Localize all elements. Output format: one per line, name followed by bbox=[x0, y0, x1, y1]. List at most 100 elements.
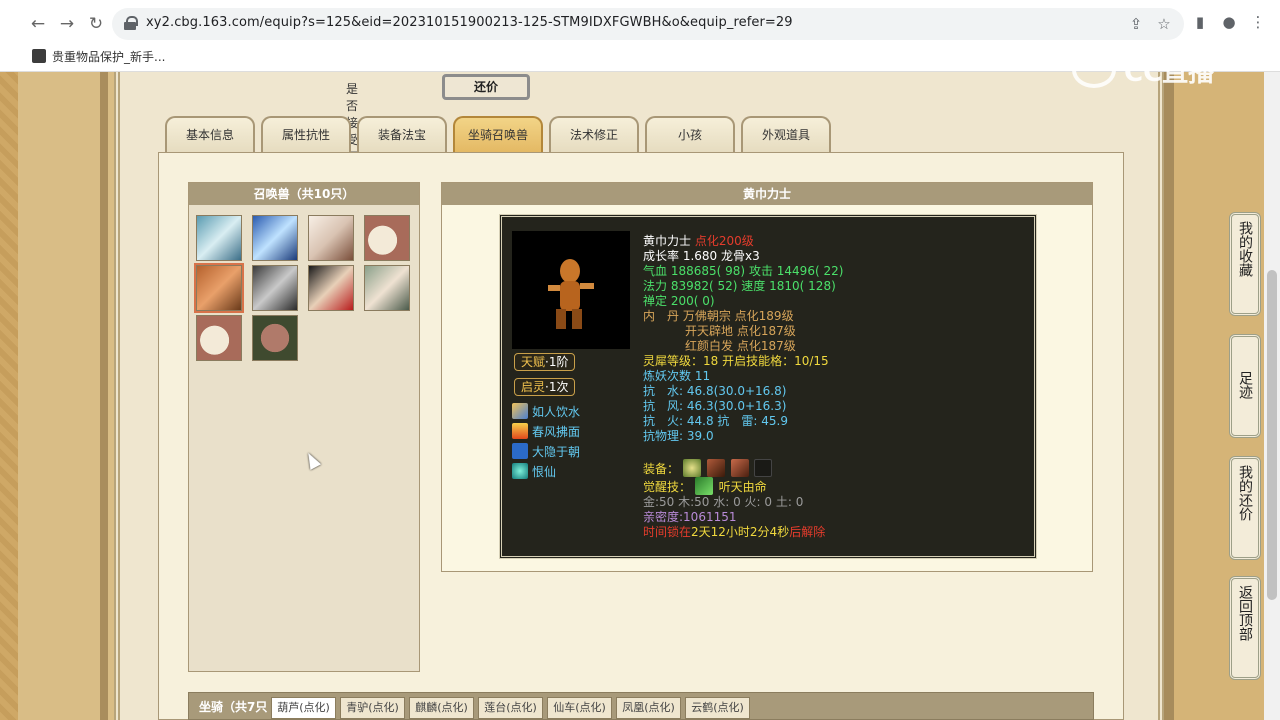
tab-basic-info[interactable]: 基本信息 bbox=[165, 116, 255, 152]
mount-panel-header: 坐骑（共7只 葫芦(点化) 青驴(点化) 麒麟(点化) 莲台(点化) 仙车(点化… bbox=[188, 692, 1094, 720]
summon-stats-card: 天赋·1阶 启灵·1次 如人饮水 春风拂面 大隐于朝 恨仙 黄巾力士 点化200… bbox=[499, 214, 1037, 559]
tab-child[interactable]: 小孩 bbox=[645, 116, 735, 152]
neidan-item: 万佛朝宗 点化189级 bbox=[682, 309, 794, 323]
star-icon[interactable]: ☆ bbox=[1154, 14, 1174, 34]
mount-tab[interactable]: 麒麟(点化) bbox=[409, 697, 474, 719]
intimacy: 亲密度:1061151 bbox=[643, 510, 737, 524]
tab-mounts-summons[interactable]: 坐骑召唤兽 bbox=[453, 116, 543, 152]
mount-tab[interactable]: 仙车(点化) bbox=[547, 697, 612, 719]
spirit-label: 启灵 bbox=[521, 380, 546, 394]
back-icon[interactable]: ← bbox=[26, 12, 50, 36]
menu-icon[interactable]: ⋮ bbox=[1248, 12, 1268, 32]
refine-count: 炼妖次数 11 bbox=[643, 369, 711, 383]
time-lock-suffix: 后解除 bbox=[789, 525, 826, 539]
watermark-text: CC直播 bbox=[1124, 58, 1215, 88]
side-button-label: 我的收藏 bbox=[1237, 221, 1253, 277]
resist-wind: 抗 风: 46.3(30.0+16.3) bbox=[643, 399, 787, 413]
side-button-label: 我的还价 bbox=[1237, 465, 1253, 521]
talent-label: 天赋 bbox=[521, 355, 546, 369]
summon-avatar[interactable] bbox=[308, 265, 354, 311]
counter-offer-button[interactable]: 还价 bbox=[442, 74, 530, 100]
skill-item[interactable]: 大隐于朝 bbox=[512, 443, 580, 461]
side-button-label: 返回顶部 bbox=[1237, 585, 1253, 641]
my-offers-button[interactable]: 我的还价 bbox=[1229, 456, 1261, 560]
awaken-skill-name: 听天由命 bbox=[718, 480, 767, 494]
sidebar-toggle-icon[interactable]: ▮ bbox=[1190, 12, 1210, 32]
reload-icon[interactable]: ↻ bbox=[84, 12, 108, 36]
skill-item[interactable]: 如人饮水 bbox=[512, 403, 580, 421]
summon-avatar[interactable] bbox=[252, 265, 298, 311]
zen-value: 200( 0) bbox=[670, 294, 715, 308]
speed-value: 1810( 128) bbox=[769, 279, 836, 293]
summon-avatar[interactable] bbox=[196, 215, 242, 261]
mount-tab[interactable]: 莲台(点化) bbox=[478, 697, 543, 719]
skill-icon bbox=[512, 463, 528, 479]
equip-slot-icon[interactable] bbox=[754, 459, 773, 477]
awaken-skill-icon bbox=[694, 477, 713, 495]
spirit-value: ·1次 bbox=[545, 380, 569, 394]
mount-tab[interactable]: 青驴(点化) bbox=[340, 697, 405, 719]
my-favorites-button[interactable]: 我的收藏 bbox=[1229, 212, 1261, 316]
address-bar[interactable]: xy2.cbg.163.com/equip?s=125&eid=20231015… bbox=[112, 8, 1184, 40]
soul-level: 灵犀等级：18 开启技能格：10/15 bbox=[643, 354, 829, 368]
summon-avatar[interactable] bbox=[364, 265, 410, 311]
summon-avatar[interactable] bbox=[364, 215, 410, 261]
tab-equipment[interactable]: 装备法宝 bbox=[357, 116, 447, 152]
skill-item[interactable]: 春风拂面 bbox=[512, 423, 580, 441]
skill-name: 春风拂面 bbox=[532, 425, 581, 439]
mount-tab[interactable]: 云鹤(点化) bbox=[685, 697, 750, 719]
flame-icon bbox=[512, 423, 528, 439]
history-button[interactable]: 足迹 bbox=[1229, 334, 1261, 438]
resist-water: 抗 水: 46.8(30.0+16.8) bbox=[643, 384, 787, 398]
speed-label: 速度 bbox=[741, 279, 766, 293]
page-scrollbar[interactable] bbox=[1264, 72, 1280, 720]
summon-avatar[interactable] bbox=[196, 315, 242, 361]
tab-appearance[interactable]: 外观道具 bbox=[741, 116, 831, 152]
summon-avatar-selected[interactable] bbox=[194, 263, 244, 313]
summon-avatar[interactable] bbox=[308, 215, 354, 261]
mount-tab[interactable]: 凤凰(点化) bbox=[616, 697, 681, 719]
profile-icon[interactable]: ● bbox=[1219, 12, 1239, 32]
lock-icon[interactable] bbox=[124, 16, 138, 30]
address-bar-row: ← → ↻ xy2.cbg.163.com/equip?s=125&eid=20… bbox=[0, 8, 1280, 40]
url-text[interactable]: xy2.cbg.163.com/equip?s=125&eid=20231015… bbox=[146, 15, 793, 30]
equip-slot-icon[interactable] bbox=[730, 459, 749, 477]
forward-icon[interactable]: → bbox=[55, 12, 79, 36]
mount-tab[interactable]: 葫芦(点化) bbox=[271, 697, 336, 719]
summon-portrait bbox=[512, 231, 630, 349]
neidan-item: 红颜白发 点化187级 bbox=[685, 339, 796, 353]
skill-name: 恨仙 bbox=[532, 465, 557, 479]
growth-rate: 成长率 1.680 龙骨x3 bbox=[643, 249, 760, 263]
side-button-label: 足迹 bbox=[1237, 371, 1253, 399]
talent-value: ·1阶 bbox=[545, 355, 569, 369]
bookmark-item[interactable]: 贵重物品保护_新手... bbox=[52, 48, 165, 65]
summon-detail-title: 黄巾力士 bbox=[442, 183, 1092, 205]
summon-avatar[interactable] bbox=[252, 215, 298, 261]
spirit-badge: 启灵·1次 bbox=[514, 378, 576, 396]
resist-fire-thunder: 抗 火: 44.8 抗 雷: 45.9 bbox=[643, 414, 788, 428]
scrollbar-thumb[interactable] bbox=[1267, 270, 1277, 600]
talent-badge: 天赋·1阶 bbox=[514, 353, 576, 371]
tab-attributes[interactable]: 属性抗性 bbox=[261, 116, 351, 152]
summon-name: 黄巾力士 bbox=[643, 234, 692, 248]
elements: 金:50 木:50 水: 0 火: 0 土: 0 bbox=[643, 495, 804, 509]
neidan-item: 开天辟地 点化187级 bbox=[685, 324, 796, 338]
bookmark-favicon-icon bbox=[32, 49, 46, 63]
share-icon[interactable]: ⇪ bbox=[1126, 14, 1146, 34]
summon-figure-icon bbox=[548, 259, 594, 329]
summon-avatar[interactable] bbox=[252, 315, 298, 361]
time-lock-value: 2天12小时2分4秒 bbox=[691, 525, 790, 539]
summon-stats: 黄巾力士 点化200级 成长率 1.680 龙骨x3 气血 188685( 98… bbox=[643, 234, 843, 540]
skill-item[interactable]: 恨仙 bbox=[512, 463, 556, 481]
skill-icon bbox=[512, 443, 528, 459]
summon-list-title: 召唤兽（共10只） bbox=[189, 183, 419, 205]
equip-slot-icon[interactable] bbox=[706, 459, 725, 477]
equip-slot-icon[interactable] bbox=[682, 459, 701, 477]
back-to-top-button[interactable]: 返回顶部 bbox=[1229, 576, 1261, 680]
time-lock-prefix: 时间锁在 bbox=[643, 525, 692, 539]
hp-value: 188685( 98) bbox=[670, 264, 746, 278]
watermark-logo-icon bbox=[1072, 52, 1116, 88]
tab-spell-correction[interactable]: 法术修正 bbox=[549, 116, 639, 152]
attack-value: 14496( 22) bbox=[776, 264, 844, 278]
neidan-label: 内 丹 bbox=[643, 309, 680, 323]
